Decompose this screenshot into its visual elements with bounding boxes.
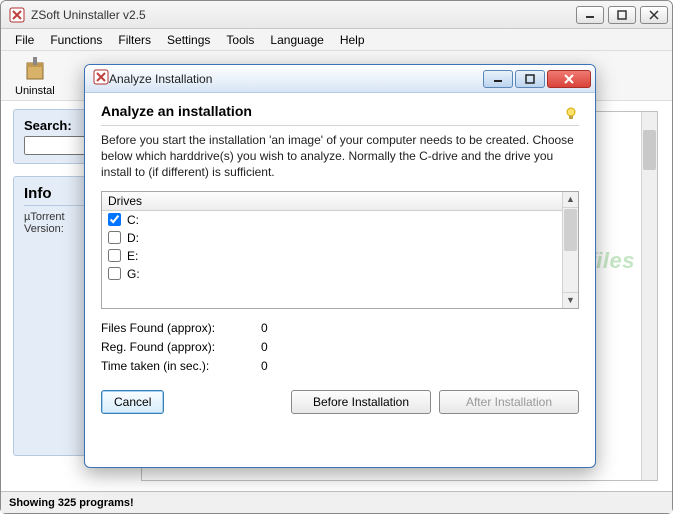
main-titlebar: ZSoft Uninstaller v2.5 — [1, 1, 672, 29]
drives-scrollbar[interactable]: ▲ ▼ — [562, 192, 578, 308]
files-found-value: 0 — [261, 321, 301, 335]
drive-label: C: — [127, 213, 139, 227]
drives-listbox: Drives C: D: E: G: ▲ ▼ — [101, 191, 579, 309]
drives-column-header[interactable]: Drives — [102, 192, 562, 211]
dialog-title: Analyze Installation — [109, 72, 483, 86]
statusbar: Showing 325 programs! — [1, 491, 672, 513]
dialog-maximize-button[interactable] — [515, 70, 545, 88]
menu-file[interactable]: File — [7, 31, 42, 49]
drive-checkbox[interactable] — [108, 213, 121, 226]
stats-section: Files Found (approx): 0 Reg. Found (appr… — [101, 321, 579, 373]
drive-row[interactable]: E: — [102, 247, 562, 265]
menu-tools[interactable]: Tools — [218, 31, 262, 49]
search-label: Search: — [24, 118, 72, 133]
statusbar-text: Showing 325 programs! — [9, 497, 134, 509]
dialog-heading: Analyze an installation — [101, 103, 563, 123]
drive-row[interactable]: C: — [102, 211, 562, 229]
list-scrollbar[interactable] — [641, 112, 657, 480]
lightbulb-icon — [563, 105, 579, 121]
menu-language[interactable]: Language — [262, 31, 331, 49]
reg-found-label: Reg. Found (approx): — [101, 340, 261, 354]
drive-label: E: — [127, 249, 138, 263]
drive-checkbox[interactable] — [108, 249, 121, 262]
files-found-label: Files Found (approx): — [101, 321, 261, 335]
menu-settings[interactable]: Settings — [159, 31, 218, 49]
drive-label: G: — [127, 267, 140, 281]
menubar: File Functions Filters Settings Tools La… — [1, 29, 672, 51]
drives-scroll-thumb[interactable] — [564, 209, 577, 251]
main-window-title: ZSoft Uninstaller v2.5 — [31, 8, 576, 22]
toolbar-uninstall[interactable]: Uninstal — [15, 55, 55, 97]
drive-label: D: — [127, 231, 139, 245]
scroll-thumb[interactable] — [643, 130, 656, 170]
dialog-button-row: Cancel Before Installation After Install… — [101, 378, 579, 414]
maximize-button[interactable] — [608, 6, 636, 24]
menu-functions[interactable]: Functions — [42, 31, 110, 49]
reg-found-value: 0 — [261, 340, 301, 354]
app-icon — [9, 7, 25, 23]
toolbar-uninstall-label: Uninstal — [15, 85, 55, 97]
dialog-minimize-button[interactable] — [483, 70, 513, 88]
analyze-dialog: Analyze Installation Analyze an installa… — [84, 64, 596, 468]
cancel-button[interactable]: Cancel — [101, 390, 164, 414]
dialog-divider — [101, 125, 579, 126]
menu-help[interactable]: Help — [332, 31, 373, 49]
main-window-controls — [576, 6, 668, 24]
close-button[interactable] — [640, 6, 668, 24]
after-installation-button[interactable]: After Installation — [439, 390, 579, 414]
scroll-up-arrow[interactable]: ▲ — [563, 192, 578, 208]
dialog-description: Before you start the installation 'an im… — [101, 132, 579, 181]
dialog-window-controls — [483, 70, 591, 88]
minimize-button[interactable] — [576, 6, 604, 24]
dialog-titlebar: Analyze Installation — [85, 65, 595, 93]
scroll-down-arrow[interactable]: ▼ — [563, 292, 578, 308]
time-taken-value: 0 — [261, 359, 301, 373]
time-taken-label: Time taken (in sec.): — [101, 359, 261, 373]
menu-filters[interactable]: Filters — [110, 31, 159, 49]
before-installation-button[interactable]: Before Installation — [291, 390, 431, 414]
drive-row[interactable]: G: — [102, 265, 562, 283]
drive-checkbox[interactable] — [108, 231, 121, 244]
box-icon — [21, 55, 49, 83]
drive-checkbox[interactable] — [108, 267, 121, 280]
dialog-close-button[interactable] — [547, 70, 591, 88]
drive-row[interactable]: D: — [102, 229, 562, 247]
dialog-app-icon — [93, 69, 109, 88]
dialog-body: Analyze an installation Before you start… — [85, 93, 595, 428]
